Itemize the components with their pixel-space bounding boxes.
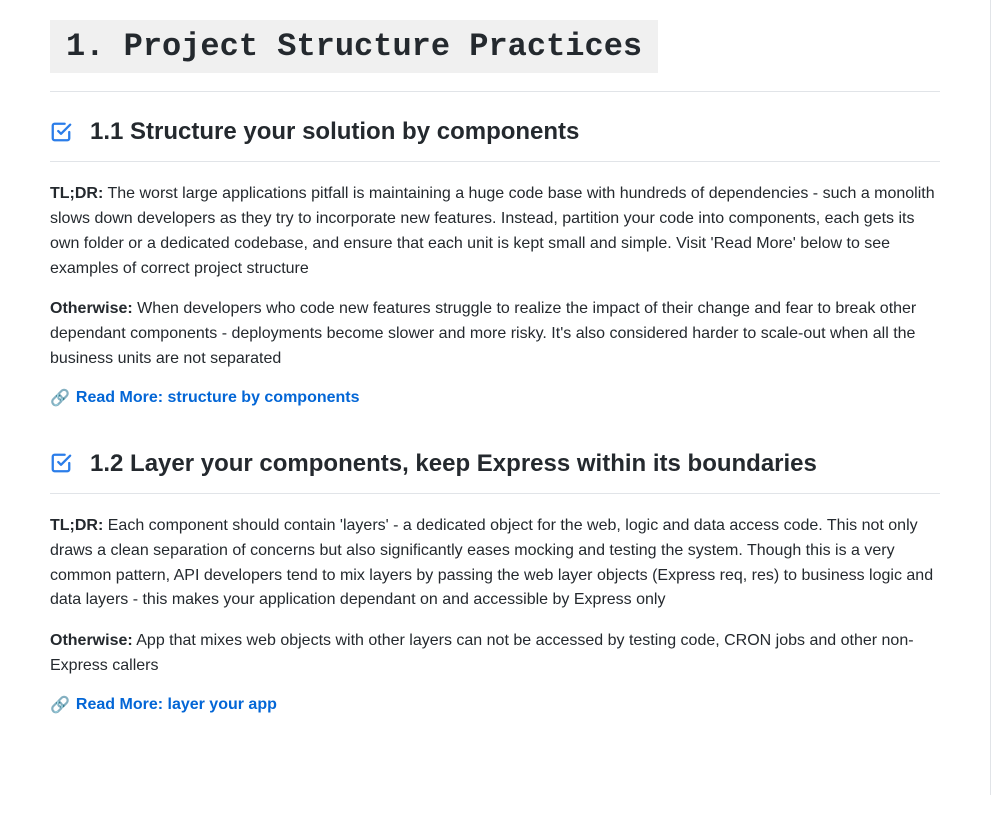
otherwise-paragraph: Otherwise: App that mixes web objects wi… — [50, 629, 940, 679]
subsection-block: 1.1 Structure your solution by component… — [50, 116, 940, 408]
check-square-icon — [50, 121, 72, 143]
link-icon: 🔗 — [50, 695, 70, 715]
tldr-text: Each component should contain 'layers' -… — [50, 517, 933, 608]
tldr-label: TL;DR: — [50, 517, 103, 534]
check-square-icon — [50, 452, 72, 474]
tldr-paragraph: TL;DR: Each component should contain 'la… — [50, 514, 940, 613]
section-title: 1. Project Structure Practices — [50, 20, 658, 73]
readmore-line: 🔗 Read More: structure by components — [50, 388, 940, 408]
readmore-link[interactable]: Read More: structure by components — [76, 389, 360, 407]
subsection-heading-text: 1.1 Structure your solution by component… — [90, 116, 579, 147]
subsection-heading: 1.2 Layer your components, keep Express … — [50, 448, 940, 494]
link-icon: 🔗 — [50, 388, 70, 408]
otherwise-text: App that mixes web objects with other la… — [50, 632, 914, 674]
readmore-link[interactable]: Read More: layer your app — [76, 696, 277, 714]
otherwise-label: Otherwise: — [50, 300, 133, 317]
tldr-paragraph: TL;DR: The worst large applications pitf… — [50, 182, 940, 281]
subsection-heading: 1.1 Structure your solution by component… — [50, 116, 940, 162]
otherwise-label: Otherwise: — [50, 632, 133, 649]
document-container: 1. Project Structure Practices 1.1 Struc… — [0, 0, 991, 795]
otherwise-paragraph: Otherwise: When developers who code new … — [50, 297, 940, 371]
subsection-block: 1.2 Layer your components, keep Express … — [50, 448, 940, 715]
readmore-line: 🔗 Read More: layer your app — [50, 695, 940, 715]
tldr-text: The worst large applications pitfall is … — [50, 185, 935, 276]
subsection-heading-text: 1.2 Layer your components, keep Express … — [90, 448, 817, 479]
section-divider — [50, 91, 940, 92]
tldr-label: TL;DR: — [50, 185, 103, 202]
otherwise-text: When developers who code new features st… — [50, 300, 916, 367]
